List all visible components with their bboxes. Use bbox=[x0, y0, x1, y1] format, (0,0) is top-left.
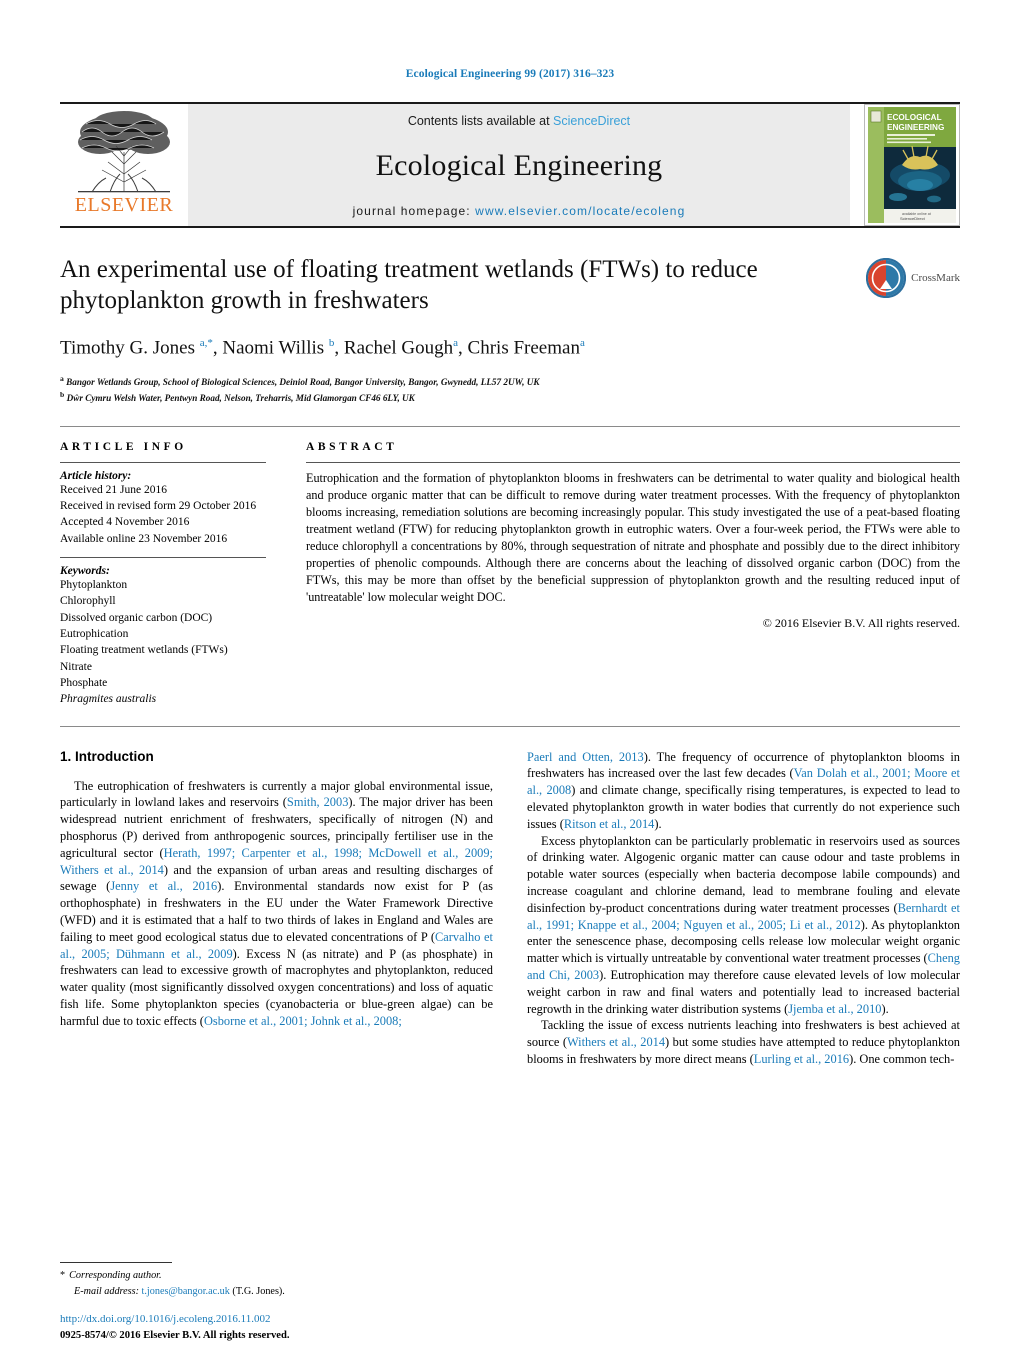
contents-available-line: Contents lists available at ScienceDirec… bbox=[408, 114, 630, 128]
email-suffix: (T.G. Jones). bbox=[232, 1285, 285, 1297]
section-heading-introduction: 1. Introduction bbox=[60, 748, 154, 764]
affiliation-b: b Dŵr Cymru Welsh Water, Pentwyn Road, N… bbox=[60, 390, 415, 404]
body-column-left: 1. Introduction The eutrophication of fr… bbox=[60, 749, 493, 1179]
journal-homepage-line: journal homepage: www.elsevier.com/locat… bbox=[353, 204, 686, 218]
doi-block: http://dx.doi.org/10.1016/j.ecoleng.2016… bbox=[60, 1312, 520, 1343]
journal-header-band: ELSEVIER Contents lists available at Sci… bbox=[60, 102, 960, 226]
body-paragraph: Tackling the issue of excess nutrients l… bbox=[527, 1018, 961, 1066]
info-abstract-row: ARTICLE INFO Article history: Received 2… bbox=[60, 441, 960, 708]
svg-text:ECOLOGICAL: ECOLOGICAL bbox=[887, 113, 942, 122]
keyword-item: Eutrophication bbox=[60, 627, 129, 640]
footnote-rule bbox=[60, 1262, 172, 1264]
asterisk-icon: * bbox=[60, 1270, 66, 1282]
header-bottom-rule bbox=[60, 226, 960, 228]
abstract-rule bbox=[306, 461, 960, 463]
keywords-rule bbox=[60, 556, 266, 558]
article-info-rule bbox=[60, 461, 266, 463]
corresponding-author-text: Corresponding author. bbox=[69, 1270, 162, 1282]
body-column-right: Paerl and Otten, 2013). The frequency of… bbox=[527, 749, 960, 1179]
info-top-rule bbox=[60, 425, 960, 427]
history-item: Available online 23 November 2016 bbox=[60, 532, 228, 545]
journal-title: Ecological Engineering bbox=[375, 149, 663, 182]
keyword-item-species: Phragmites australis bbox=[60, 693, 157, 706]
article-info-column: ARTICLE INFO Article history: Received 2… bbox=[60, 441, 300, 708]
contents-prefix: Contents lists available at bbox=[407, 114, 554, 128]
history-item: Received in revised form 29 October 2016 bbox=[60, 499, 257, 512]
email-label: E-mail address: bbox=[74, 1285, 139, 1297]
title-main: An experimental use of floating treatmen… bbox=[60, 254, 850, 406]
abstract-copyright: © 2016 Elsevier B.V. All rights reserved… bbox=[762, 616, 960, 631]
email-note: E-mail address: t.jones@bangor.ac.uk (T.… bbox=[60, 1284, 500, 1299]
running-head: Ecological Engineering 99 (2017) 316–323 bbox=[405, 68, 615, 80]
email-link[interactable]: t.jones@bangor.ac.uk bbox=[142, 1286, 230, 1297]
journal-cover-image: ECOLOGICAL ENGINEERING available online … bbox=[868, 107, 956, 223]
corresponding-author-note: * Corresponding author. bbox=[60, 1268, 500, 1283]
article-page: Ecological Engineering 99 (2017) 316–323 bbox=[0, 0, 1020, 1351]
journal-cover-thumbnail: ECOLOGICAL ENGINEERING available online … bbox=[864, 104, 960, 226]
keyword-item: Phosphate bbox=[60, 676, 108, 689]
body-paragraph: Paerl and Otten, 2013). The frequency of… bbox=[527, 749, 960, 831]
abstract-column: ABSTRACT Eutrophication and the formatio… bbox=[300, 441, 960, 708]
crossmark-icon bbox=[866, 258, 907, 298]
keyword-item: Chlorophyll bbox=[60, 595, 116, 608]
elsevier-wordmark: ELSEVIER bbox=[74, 194, 174, 216]
author-list: Timothy G. Jones a,*, Naomi Willis b, Ra… bbox=[60, 337, 585, 359]
body-top-rule bbox=[60, 725, 960, 727]
journal-homepage-link[interactable]: www.elsevier.com/locate/ecoleng bbox=[475, 204, 685, 218]
keyword-item: Floating treatment wetlands (FTWs) bbox=[60, 644, 228, 657]
elsevier-logo: ELSEVIER bbox=[60, 104, 188, 226]
abstract-heading: ABSTRACT bbox=[306, 440, 398, 453]
crossmark-label: CrossMark bbox=[911, 272, 960, 284]
history-item: Received 21 June 2016 bbox=[60, 483, 167, 496]
body-columns: 1. Introduction The eutrophication of fr… bbox=[60, 749, 960, 1179]
affiliation-b-text: Dŵr Cymru Welsh Water, Pentwyn Road, Nel… bbox=[66, 393, 415, 404]
body-paragraph: The eutrophication of freshwaters is cur… bbox=[60, 778, 494, 1028]
sciencedirect-link[interactable]: ScienceDirect bbox=[553, 114, 630, 128]
affiliation-a: a Bangor Wetlands Group, School of Biolo… bbox=[60, 374, 540, 388]
crossmark-badge[interactable]: CrossMark bbox=[850, 254, 960, 406]
doi-link[interactable]: http://dx.doi.org/10.1016/j.ecoleng.2016… bbox=[60, 1312, 520, 1328]
homepage-prefix: journal homepage: bbox=[352, 204, 476, 218]
footnote-block: * Corresponding author. E-mail address: t… bbox=[60, 1262, 500, 1299]
keyword-item: Dissolved organic carbon (DOC) bbox=[60, 611, 213, 624]
article-history-title: Article history: bbox=[60, 469, 132, 482]
svg-text:ScienceDirect: ScienceDirect bbox=[900, 216, 926, 221]
elsevier-tree-icon bbox=[78, 111, 170, 193]
journal-header-center: Contents lists available at ScienceDirec… bbox=[188, 104, 850, 226]
history-item: Accepted 4 November 2016 bbox=[60, 516, 190, 529]
keywords-title: Keywords: bbox=[60, 564, 110, 577]
svg-text:ENGINEERING: ENGINEERING bbox=[887, 123, 944, 132]
affiliation-a-text: Bangor Wetlands Group, School of Biologi… bbox=[66, 377, 540, 388]
keyword-item: Nitrate bbox=[60, 660, 92, 673]
abstract-text: Eutrophication and the formation of phyt… bbox=[306, 470, 960, 605]
keyword-item: Phytoplankton bbox=[60, 578, 128, 591]
title-block: An experimental use of floating treatmen… bbox=[60, 254, 960, 406]
page-title: An experimental use of floating treatmen… bbox=[60, 256, 758, 314]
issn-copyright-line: 0925-8574/© 2016 Elsevier B.V. All right… bbox=[60, 1329, 290, 1341]
article-info-heading: ARTICLE INFO bbox=[60, 440, 187, 453]
keywords-block: Keywords: Phytoplankton Chlorophyll Diss… bbox=[60, 556, 266, 708]
body-paragraph: Excess phytoplankton can be particularly… bbox=[527, 833, 960, 1016]
